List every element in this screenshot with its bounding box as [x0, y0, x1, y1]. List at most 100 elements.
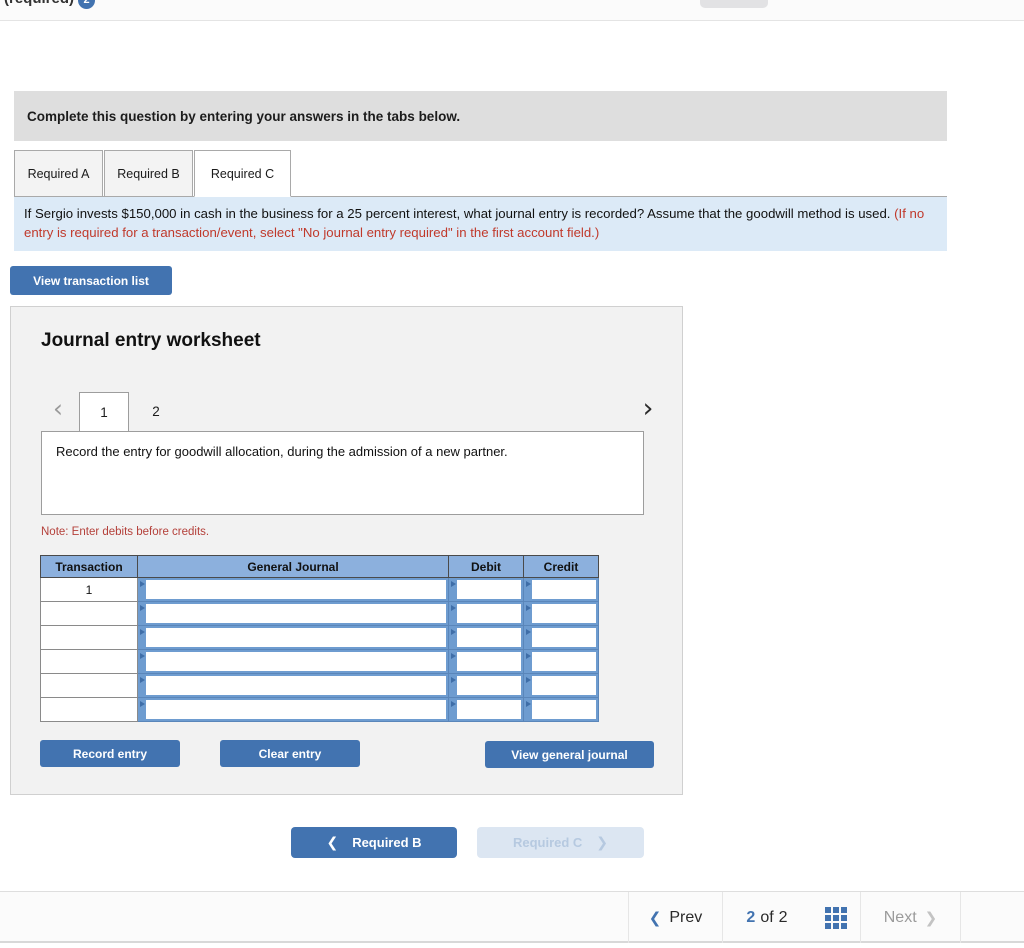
cell-transaction	[40, 625, 138, 650]
table-header-row: Transaction General Journal Debit Credit	[40, 555, 599, 578]
cell-general-journal-input[interactable]	[137, 601, 449, 626]
grid-view-icon	[824, 906, 847, 929]
debits-before-credits-note: Note: Enter debits before credits.	[41, 526, 210, 538]
dropdown-caret-icon	[451, 605, 456, 611]
tab-required-c[interactable]: Required C	[194, 150, 291, 197]
dropdown-caret-icon	[451, 701, 456, 707]
header-transaction: Transaction	[40, 555, 138, 578]
grid-view-button[interactable]	[811, 892, 860, 943]
worksheet-page-2[interactable]: 2	[131, 392, 181, 431]
dropdown-caret-icon	[526, 677, 531, 683]
cell-credit-input[interactable]	[523, 577, 599, 602]
worksheet-description-box: Record the entry for goodwill allocation…	[41, 431, 644, 515]
dropdown-caret-icon	[451, 677, 456, 683]
cell-general-journal-input[interactable]	[137, 673, 449, 698]
prev-question-button[interactable]: ❮ Prev	[628, 892, 722, 943]
required-label-partial: (required)	[4, 0, 74, 7]
top-cutoff-strip: (required) 2	[0, 0, 1024, 21]
dropdown-caret-icon	[140, 581, 145, 587]
table-row	[40, 625, 599, 650]
tab-required-a-label: Required A	[27, 166, 90, 181]
tab-required-a[interactable]: Required A	[14, 150, 103, 197]
cell-credit-input[interactable]	[523, 697, 599, 722]
cell-debit-input[interactable]	[448, 697, 524, 722]
dropdown-caret-icon	[526, 629, 531, 635]
bottom-navigation-bar: ❮ Prev 2 of 2 Next ❯	[0, 891, 1024, 943]
clear-entry-button[interactable]: Clear entry	[220, 740, 360, 767]
total-page-number: 2	[778, 908, 788, 926]
chevron-right-icon[interactable]: ›	[637, 394, 659, 424]
table-row	[40, 601, 599, 626]
journal-entry-worksheet-panel: Journal entry worksheet ‹ 1 2 › Record t…	[10, 306, 683, 795]
worksheet-page-1-label: 1	[100, 405, 108, 420]
chevron-right-icon: ❯	[924, 908, 938, 927]
tab-required-b-label: Required B	[117, 166, 180, 181]
dropdown-caret-icon	[526, 653, 531, 659]
worksheet-pager: ‹ 1 2 ›	[41, 392, 659, 432]
cell-general-journal-input[interactable]	[137, 697, 449, 722]
tab-required-c-label: Required C	[210, 166, 275, 181]
worksheet-page-2-label: 2	[152, 404, 160, 419]
cell-transaction: 1	[40, 577, 138, 602]
instruction-text: Complete this question by entering your …	[27, 108, 461, 124]
question-main-text: If Sergio invests $150,000 in cash in th…	[24, 206, 895, 221]
question-panel: If Sergio invests $150,000 in cash in th…	[14, 197, 947, 251]
chevron-left-icon: ❮	[648, 908, 662, 927]
journal-entry-table: Transaction General Journal Debit Credit…	[40, 555, 599, 722]
dropdown-caret-icon	[451, 629, 456, 635]
cell-credit-input[interactable]	[523, 649, 599, 674]
chevron-left-icon[interactable]: ‹	[47, 394, 69, 424]
dropdown-caret-icon	[526, 605, 531, 611]
cell-transaction	[40, 673, 138, 698]
view-transaction-list-button[interactable]: View transaction list	[10, 266, 172, 295]
header-general-journal: General Journal	[137, 555, 449, 578]
chevron-left-icon: ❮	[326, 834, 339, 851]
dropdown-caret-icon	[140, 629, 145, 635]
current-page-number: 2	[746, 908, 756, 926]
required-count-badge: 2	[78, 0, 95, 9]
cell-debit-input[interactable]	[448, 577, 524, 602]
table-row	[40, 649, 599, 674]
tab-required-b[interactable]: Required B	[104, 150, 193, 197]
cell-credit-input[interactable]	[523, 625, 599, 650]
prev-label: Prev	[669, 908, 703, 926]
dropdown-caret-icon	[140, 701, 145, 707]
cell-transaction	[40, 697, 138, 722]
requirement-tabs: Required A Required B Required C	[14, 150, 947, 198]
dropdown-caret-icon	[140, 677, 145, 683]
required-c-next-button: Required C ❯	[477, 827, 644, 858]
chevron-right-icon: ❯	[596, 834, 609, 851]
table-row	[40, 697, 599, 722]
cell-debit-input[interactable]	[448, 625, 524, 650]
cell-credit-input[interactable]	[523, 673, 599, 698]
cell-transaction	[40, 601, 138, 626]
dropdown-caret-icon	[451, 653, 456, 659]
dropdown-caret-icon	[526, 581, 531, 587]
worksheet-page-1[interactable]: 1	[79, 392, 129, 432]
dropdown-caret-icon	[451, 581, 456, 587]
cell-debit-input[interactable]	[448, 673, 524, 698]
view-general-journal-button[interactable]: View general journal	[485, 741, 654, 768]
bottom-bar-tail	[960, 892, 1024, 943]
cell-debit-input[interactable]	[448, 649, 524, 674]
required-b-prev-button[interactable]: ❮ Required B	[291, 827, 457, 858]
instruction-banner: Complete this question by entering your …	[14, 91, 947, 141]
dropdown-caret-icon	[526, 701, 531, 707]
required-c-next-label: Required C	[512, 835, 583, 850]
worksheet-description-text: Record the entry for goodwill allocation…	[56, 444, 508, 459]
next-label: Next	[883, 908, 917, 926]
cell-credit-input[interactable]	[523, 601, 599, 626]
record-entry-button[interactable]: Record entry	[40, 740, 180, 767]
cell-debit-input[interactable]	[448, 601, 524, 626]
top-right-button-partial[interactable]	[700, 0, 768, 8]
cell-general-journal-input[interactable]	[137, 625, 449, 650]
dropdown-caret-icon	[140, 653, 145, 659]
dropdown-caret-icon	[140, 605, 145, 611]
header-debit: Debit	[448, 555, 524, 578]
cell-general-journal-input[interactable]	[137, 577, 449, 602]
cell-transaction	[40, 649, 138, 674]
cell-general-journal-input[interactable]	[137, 649, 449, 674]
of-label: of	[760, 908, 774, 926]
worksheet-title: Journal entry worksheet	[41, 330, 261, 351]
header-credit: Credit	[523, 555, 599, 578]
